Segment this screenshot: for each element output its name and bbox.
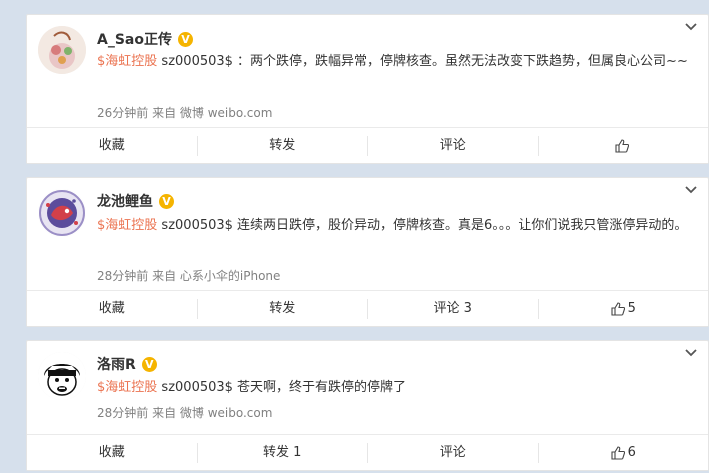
post-text: $海虹控股 sz000503$ ：两个跌停，跌幅异常，停牌核查。虽然无法改变下跌… [97, 50, 700, 73]
comment-label: 评论 [439, 444, 466, 460]
stock-link[interactable]: 海虹控股 [105, 380, 157, 395]
comment-button[interactable]: 评论 [367, 442, 538, 463]
action-bar: 收藏 转发 评论 3 5 [27, 290, 708, 326]
username-row: 龙池鲤鱼 V [97, 191, 174, 211]
username[interactable]: A_Sao正传 [97, 29, 172, 49]
like-button[interactable] [537, 135, 709, 156]
avatar-image [38, 26, 86, 74]
username[interactable]: 龙池鲤鱼 [97, 191, 153, 211]
username-row: 洛雨R V [97, 354, 157, 374]
weibo-feed: A_Sao正传 V $海虹控股 sz000503$ ：两个跌停，跌幅异常，停牌核… [0, 0, 709, 473]
favorite-button[interactable]: 收藏 [27, 299, 197, 319]
avatar-image [38, 352, 86, 400]
verified-badge-icon: V [141, 356, 157, 372]
avatar[interactable] [38, 352, 86, 400]
repost-label: 转发 [269, 300, 296, 316]
action-bar: 收藏 转发 1 评论 6 [27, 434, 708, 470]
comment-label: 评论 3 [433, 300, 472, 316]
stock-link[interactable]: 海虹控股 [105, 218, 157, 233]
post-card: 洛雨R V $海虹控股 sz000503$ 苍天啊，终于有跌停的停牌了 28分钟… [26, 340, 709, 471]
left-gutter [0, 0, 26, 473]
post-card: 龙池鲤鱼 V $海虹控股 sz000503$ 连续两日跌停，股价异动，停牌核查。… [26, 177, 709, 327]
username[interactable]: 洛雨R [97, 354, 136, 374]
post-card: A_Sao正传 V $海虹控股 sz000503$ ：两个跌停，跌幅异常，停牌核… [26, 14, 709, 164]
repost-label: 转发 [269, 137, 296, 153]
post-text: $海虹控股 sz000503$ 苍天啊，终于有跌停的停牌了 [97, 376, 700, 399]
post-body: sz000503$ 连续两日跌停，股价异动，停牌核查。真是6。。。让你们说我只管… [157, 218, 688, 233]
like-button[interactable]: 6 [537, 442, 709, 463]
favorite-button[interactable]: 收藏 [27, 136, 197, 156]
favorite-label: 收藏 [98, 137, 125, 153]
comment-button[interactable]: 评论 3 [367, 298, 538, 319]
favorite-button[interactable]: 收藏 [27, 443, 197, 463]
stock-link[interactable]: 海虹控股 [105, 54, 157, 69]
username-row: A_Sao正传 V [97, 29, 193, 49]
post-meta: 26分钟前 来自 微博 weibo.com [97, 106, 273, 120]
repost-button[interactable]: 转发 [196, 135, 368, 156]
action-bar: 收藏 转发 评论 [27, 127, 708, 163]
post-text: $海虹控股 sz000503$ 连续两日跌停，股价异动，停牌核查。真是6。。。让… [97, 214, 700, 237]
chevron-down-icon[interactable] [684, 21, 698, 33]
chevron-down-icon[interactable] [684, 184, 698, 196]
avatar-image [38, 189, 86, 237]
chevron-down-icon[interactable] [684, 347, 698, 359]
avatar[interactable] [38, 189, 86, 237]
post-body: sz000503$ 苍天啊，终于有跌停的停牌了 [157, 380, 407, 395]
thumbs-up-icon [615, 138, 629, 153]
thumbs-up-icon [611, 301, 625, 316]
comment-button[interactable]: 评论 [367, 135, 538, 156]
repost-button[interactable]: 转发 1 [196, 442, 368, 463]
post-meta: 28分钟前 来自 心系小伞的iPhone [97, 269, 281, 283]
repost-button[interactable]: 转发 [196, 298, 368, 319]
post-body: sz000503$ ：两个跌停，跌幅异常，停牌核查。虽然无法改变下跌趋势，但属良… [157, 54, 688, 69]
repost-label: 转发 1 [263, 444, 302, 460]
favorite-label: 收藏 [98, 444, 125, 460]
like-count: 6 [627, 444, 636, 460]
favorite-label: 收藏 [98, 300, 125, 316]
post-meta: 28分钟前 来自 微博 weibo.com [97, 406, 273, 420]
like-button[interactable]: 5 [537, 298, 709, 319]
avatar[interactable] [38, 26, 86, 74]
like-count: 5 [627, 300, 636, 316]
thumbs-up-icon [611, 445, 625, 460]
comment-label: 评论 [439, 137, 466, 153]
verified-badge-icon: V [177, 31, 193, 47]
verified-badge-icon: V [159, 193, 174, 209]
